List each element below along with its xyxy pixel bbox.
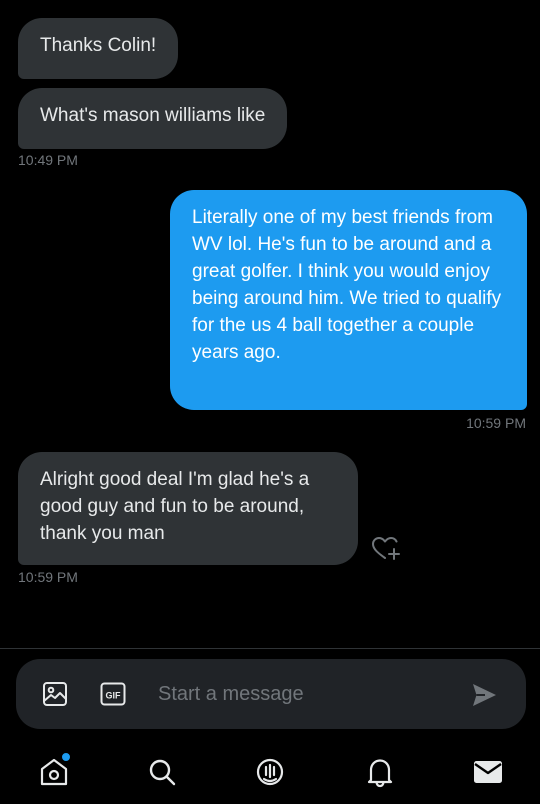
gif-icon[interactable]: GIF xyxy=(98,679,128,709)
send-icon[interactable] xyxy=(470,681,498,709)
composer-divider xyxy=(0,648,540,649)
message-timestamp: 10:59 PM xyxy=(18,569,78,585)
message-composer: GIF xyxy=(16,659,526,729)
heart-plus-icon[interactable] xyxy=(370,534,402,564)
message-timestamp: 10:59 PM xyxy=(466,415,526,431)
message-timestamp: 10:49 PM xyxy=(18,152,78,168)
message-thread: Thanks Colin! What's mason williams like… xyxy=(0,0,540,648)
bottom-navigation xyxy=(0,740,540,804)
received-message[interactable]: Thanks Colin! xyxy=(18,18,179,79)
mail-icon[interactable] xyxy=(470,754,506,790)
received-message[interactable]: Alright good deal I'm glad he's a good g… xyxy=(18,452,358,565)
bell-icon[interactable] xyxy=(362,754,398,790)
gif-label: GIF xyxy=(106,691,122,701)
search-icon[interactable] xyxy=(144,754,180,790)
spaces-icon[interactable] xyxy=(252,754,288,790)
image-icon[interactable] xyxy=(40,679,70,709)
message-input[interactable] xyxy=(158,676,458,712)
received-message[interactable]: What's mason williams like xyxy=(18,88,288,149)
sent-message[interactable]: Literally one of my best friends from WV… xyxy=(170,190,527,410)
home-notification-dot xyxy=(61,752,71,762)
